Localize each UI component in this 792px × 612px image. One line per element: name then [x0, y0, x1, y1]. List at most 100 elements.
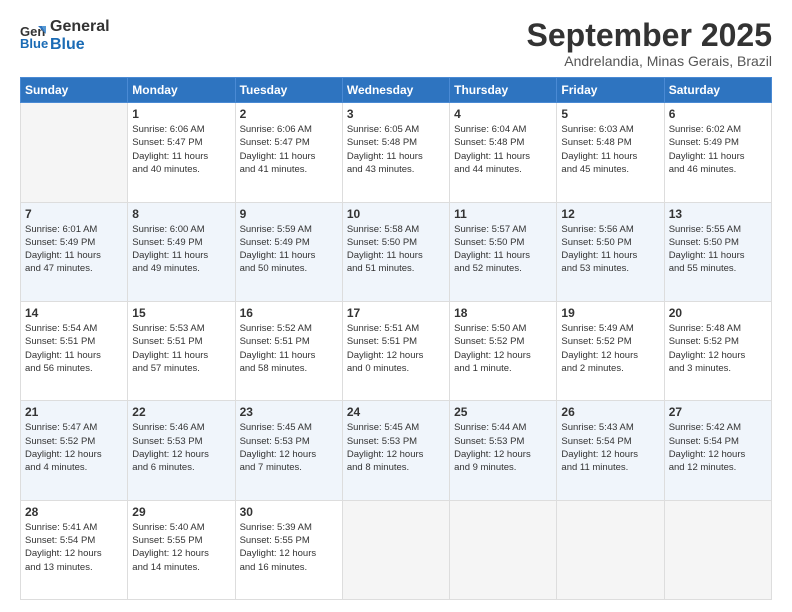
day-number: 8 — [132, 207, 230, 221]
day-info: Sunrise: 5:42 AMSunset: 5:54 PMDaylight:… — [669, 421, 767, 474]
logo-icon: Gen Blue — [20, 22, 48, 50]
day-info: Sunrise: 5:45 AMSunset: 5:53 PMDaylight:… — [240, 421, 338, 474]
month-title: September 2025 — [527, 18, 772, 53]
calendar-week-row: 28 Sunrise: 5:41 AMSunset: 5:54 PMDayligh… — [21, 500, 772, 599]
calendar-cell: 12Sunrise: 5:56 AMSunset: 5:50 PMDayligh… — [557, 202, 664, 301]
day-number: 18 — [454, 306, 552, 320]
day-number: 7 — [25, 207, 123, 221]
calendar-cell: 29 Sunrise: 5:40 AMSunset: 5:55 PMDayligh… — [128, 500, 235, 599]
location: Andrelandia, Minas Gerais, Brazil — [527, 53, 772, 69]
calendar-cell: 15Sunrise: 5:53 AMSunset: 5:51 PMDayligh… — [128, 301, 235, 400]
col-header-thursday: Thursday — [450, 78, 557, 103]
day-info: Sunrise: 6:06 AMSunset: 5:47 PMDaylight:… — [132, 123, 230, 176]
calendar-cell — [342, 500, 449, 599]
day-info: Sunrise: 5:46 AMSunset: 5:53 PMDaylight:… — [132, 421, 230, 474]
day-info: Sunrise: 5:50 AMSunset: 5:52 PMDaylight:… — [454, 322, 552, 375]
day-number: 27 — [669, 405, 767, 419]
calendar-cell: 26 Sunrise: 5:43 AMSunset: 5:54 PMDayligh… — [557, 401, 664, 500]
calendar-cell: 10 Sunrise: 5:58 AMSunset: 5:50 PMDayligh… — [342, 202, 449, 301]
calendar-cell: 23 Sunrise: 5:45 AMSunset: 5:53 PMDayligh… — [235, 401, 342, 500]
day-number: 5 — [561, 107, 659, 121]
calendar-cell: 9Sunrise: 5:59 AMSunset: 5:49 PMDaylight… — [235, 202, 342, 301]
calendar-week-row: 7 Sunrise: 6:01 AMSunset: 5:49 PMDaylight… — [21, 202, 772, 301]
day-number: 13 — [669, 207, 767, 221]
calendar-cell — [664, 500, 771, 599]
calendar-header-row: SundayMondayTuesdayWednesdayThursdayFrid… — [21, 78, 772, 103]
day-info: Sunrise: 5:49 AMSunset: 5:52 PMDaylight:… — [561, 322, 659, 375]
calendar-cell: 16 Sunrise: 5:52 AMSunset: 5:51 PMDayligh… — [235, 301, 342, 400]
day-info: Sunrise: 5:51 AMSunset: 5:51 PMDaylight:… — [347, 322, 445, 375]
calendar-week-row: 21 Sunrise: 5:47 AMSunset: 5:52 PMDayligh… — [21, 401, 772, 500]
day-number: 10 — [347, 207, 445, 221]
calendar-cell: 6 Sunrise: 6:02 AMSunset: 5:49 PMDaylight… — [664, 103, 771, 202]
calendar-cell: 30 Sunrise: 5:39 AMSunset: 5:55 PMDayligh… — [235, 500, 342, 599]
day-info: Sunrise: 5:47 AMSunset: 5:52 PMDaylight:… — [25, 421, 123, 474]
day-info: Sunrise: 6:02 AMSunset: 5:49 PMDaylight:… — [669, 123, 767, 176]
calendar-week-row: 1Sunrise: 6:06 AMSunset: 5:47 PMDaylight… — [21, 103, 772, 202]
day-info: Sunrise: 5:41 AMSunset: 5:54 PMDaylight:… — [25, 521, 123, 574]
day-number: 16 — [240, 306, 338, 320]
day-number: 25 — [454, 405, 552, 419]
day-info: Sunrise: 5:53 AMSunset: 5:51 PMDaylight:… — [132, 322, 230, 375]
day-info: Sunrise: 5:55 AMSunset: 5:50 PMDaylight:… — [669, 223, 767, 276]
day-number: 9 — [240, 207, 338, 221]
day-info: Sunrise: 6:03 AMSunset: 5:48 PMDaylight:… — [561, 123, 659, 176]
calendar-cell: 14Sunrise: 5:54 AMSunset: 5:51 PMDayligh… — [21, 301, 128, 400]
calendar-cell: 8 Sunrise: 6:00 AMSunset: 5:49 PMDaylight… — [128, 202, 235, 301]
day-info: Sunrise: 5:54 AMSunset: 5:51 PMDaylight:… — [25, 322, 123, 375]
day-info: Sunrise: 6:06 AMSunset: 5:47 PMDaylight:… — [240, 123, 338, 176]
calendar-cell: 25Sunrise: 5:44 AMSunset: 5:53 PMDayligh… — [450, 401, 557, 500]
day-number: 3 — [347, 107, 445, 121]
calendar-cell: 21 Sunrise: 5:47 AMSunset: 5:52 PMDayligh… — [21, 401, 128, 500]
logo-text: General Blue — [50, 18, 110, 53]
calendar-cell: 22Sunrise: 5:46 AMSunset: 5:53 PMDayligh… — [128, 401, 235, 500]
day-number: 6 — [669, 107, 767, 121]
calendar-cell: 24Sunrise: 5:45 AMSunset: 5:53 PMDayligh… — [342, 401, 449, 500]
svg-text:Blue: Blue — [20, 36, 48, 50]
day-number: 24 — [347, 405, 445, 419]
calendar-cell: 27 Sunrise: 5:42 AMSunset: 5:54 PMDayligh… — [664, 401, 771, 500]
day-number: 2 — [240, 107, 338, 121]
calendar-cell — [21, 103, 128, 202]
header: Gen Blue General Blue September 2025 And… — [20, 18, 772, 69]
col-header-friday: Friday — [557, 78, 664, 103]
day-number: 30 — [240, 505, 338, 519]
calendar-cell: 18 Sunrise: 5:50 AMSunset: 5:52 PMDayligh… — [450, 301, 557, 400]
calendar-cell: 2 Sunrise: 6:06 AMSunset: 5:47 PMDaylight… — [235, 103, 342, 202]
calendar-cell — [557, 500, 664, 599]
day-info: Sunrise: 6:00 AMSunset: 5:49 PMDaylight:… — [132, 223, 230, 276]
calendar-cell: 17 Sunrise: 5:51 AMSunset: 5:51 PMDayligh… — [342, 301, 449, 400]
day-number: 26 — [561, 405, 659, 419]
day-info: Sunrise: 6:05 AMSunset: 5:48 PMDaylight:… — [347, 123, 445, 176]
day-info: Sunrise: 5:43 AMSunset: 5:54 PMDaylight:… — [561, 421, 659, 474]
day-info: Sunrise: 5:48 AMSunset: 5:52 PMDaylight:… — [669, 322, 767, 375]
day-number: 19 — [561, 306, 659, 320]
col-header-sunday: Sunday — [21, 78, 128, 103]
calendar-cell: 11Sunrise: 5:57 AMSunset: 5:50 PMDayligh… — [450, 202, 557, 301]
day-number: 23 — [240, 405, 338, 419]
day-info: Sunrise: 5:40 AMSunset: 5:55 PMDaylight:… — [132, 521, 230, 574]
day-info: Sunrise: 5:52 AMSunset: 5:51 PMDaylight:… — [240, 322, 338, 375]
calendar-cell: 20 Sunrise: 5:48 AMSunset: 5:52 PMDayligh… — [664, 301, 771, 400]
day-info: Sunrise: 5:56 AMSunset: 5:50 PMDaylight:… — [561, 223, 659, 276]
calendar-cell: 13 Sunrise: 5:55 AMSunset: 5:50 PMDayligh… — [664, 202, 771, 301]
day-info: Sunrise: 6:04 AMSunset: 5:48 PMDaylight:… — [454, 123, 552, 176]
day-number: 17 — [347, 306, 445, 320]
calendar-cell: 4 Sunrise: 6:04 AMSunset: 5:48 PMDaylight… — [450, 103, 557, 202]
day-number: 21 — [25, 405, 123, 419]
day-info: Sunrise: 6:01 AMSunset: 5:49 PMDaylight:… — [25, 223, 123, 276]
col-header-tuesday: Tuesday — [235, 78, 342, 103]
day-number: 28 — [25, 505, 123, 519]
calendar-week-row: 14Sunrise: 5:54 AMSunset: 5:51 PMDayligh… — [21, 301, 772, 400]
day-info: Sunrise: 5:58 AMSunset: 5:50 PMDaylight:… — [347, 223, 445, 276]
day-number: 4 — [454, 107, 552, 121]
title-block: September 2025 Andrelandia, Minas Gerais… — [527, 18, 772, 69]
day-info: Sunrise: 5:39 AMSunset: 5:55 PMDaylight:… — [240, 521, 338, 574]
day-number: 20 — [669, 306, 767, 320]
calendar-cell: 3 Sunrise: 6:05 AMSunset: 5:48 PMDaylight… — [342, 103, 449, 202]
page: Gen Blue General Blue September 2025 And… — [0, 0, 792, 612]
day-number: 29 — [132, 505, 230, 519]
calendar-cell: 28 Sunrise: 5:41 AMSunset: 5:54 PMDayligh… — [21, 500, 128, 599]
calendar-cell: 5 Sunrise: 6:03 AMSunset: 5:48 PMDaylight… — [557, 103, 664, 202]
calendar-cell — [450, 500, 557, 599]
